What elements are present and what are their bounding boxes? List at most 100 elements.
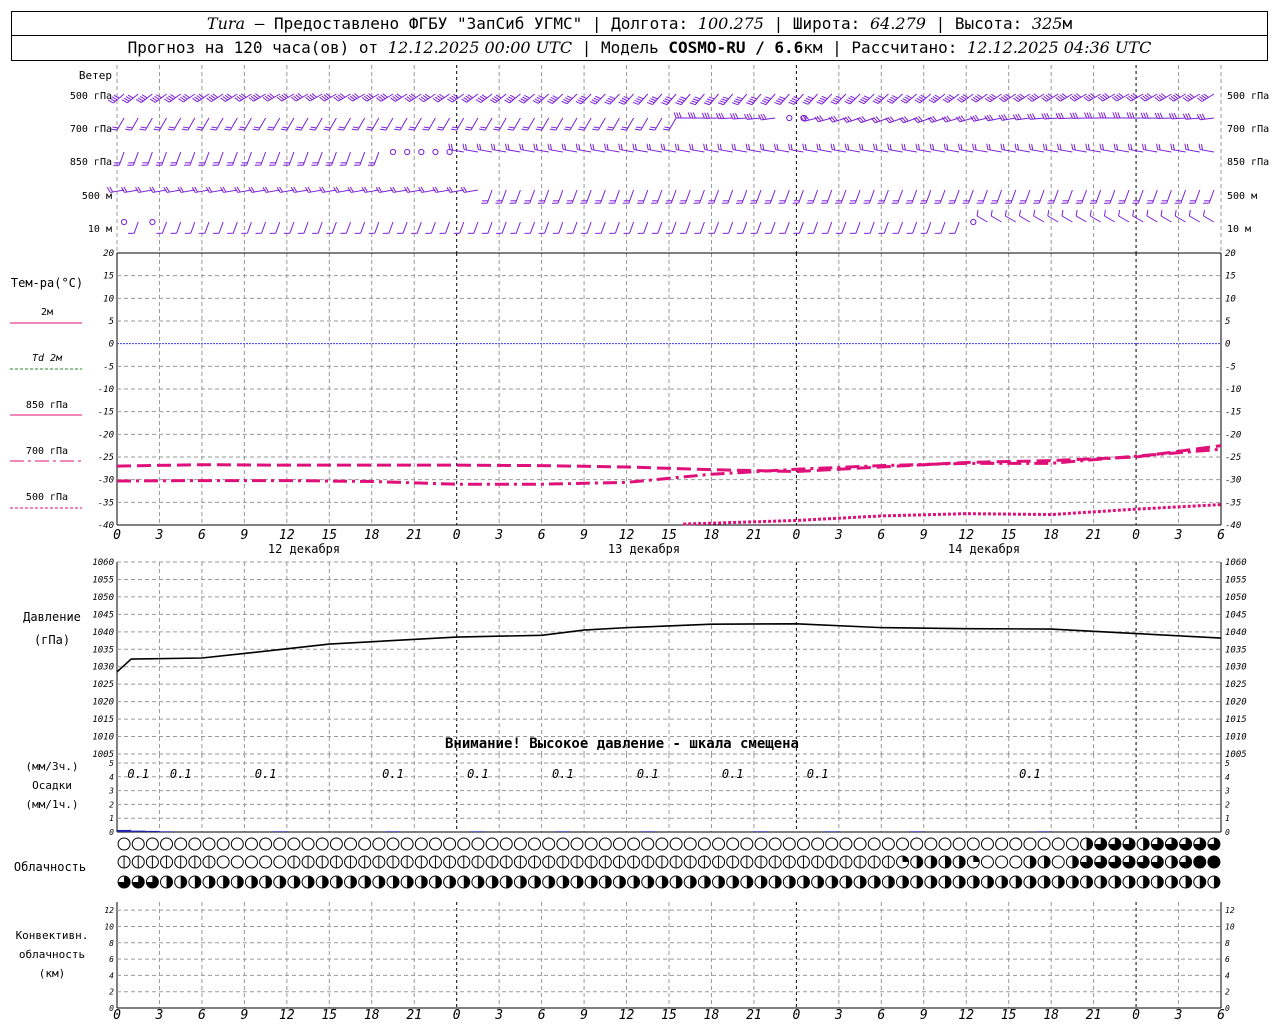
cloud-symbol-mid [1009, 855, 1023, 869]
wind-barb-feather-500hpa [886, 100, 893, 104]
wind-barb-feather-500hpa [548, 98, 555, 103]
wind-barb-feather-700hpa [1060, 112, 1064, 119]
cloud-fill-sector [166, 875, 173, 888]
wind-barb-feather-850hpa [1002, 144, 1005, 151]
wind-barb-feather-500hpa [604, 101, 611, 105]
wind-barb-feather-700hpa [480, 126, 487, 129]
wind-barb-feather-700hpa [1015, 114, 1019, 120]
level-500hpa-left: 500 гПа [70, 91, 112, 102]
cloud-fill-sector [393, 876, 399, 888]
wind-barb-shaft-10m [1160, 215, 1172, 223]
wind-barb-feather-850hpa [705, 144, 708, 151]
conv-tick-right: 4 [1225, 971, 1230, 980]
hour-tick-label: 12 [958, 1008, 974, 1023]
wind-barb-feather-700hpa [746, 113, 751, 120]
temp-tick-right: -25 [1225, 453, 1241, 463]
wind-barb-feather-700hpa [762, 113, 767, 120]
wind-barb-feather-700hpa [521, 128, 528, 131]
wind-barb-feather-850hpa [903, 144, 906, 151]
wind-barb-feather-500hpa [648, 100, 655, 104]
cloud-symbol-high [867, 837, 881, 851]
cloud-layer [117, 837, 1221, 889]
hour-tick-label: 12 [279, 528, 295, 543]
wind-barb-feather-700hpa [563, 128, 571, 131]
wind-barb-feather-500hpa [736, 96, 743, 100]
cloud-symbol-high [244, 837, 258, 851]
precip-bar [117, 829, 132, 832]
wind-barb-feather-700hpa [1098, 112, 1102, 119]
wind-barb-feather-500hpa [508, 96, 514, 101]
cloud-fill-sector [1171, 856, 1178, 868]
precip-tick-right: 1 [1225, 814, 1230, 823]
wind-barb-feather-500hpa [858, 100, 865, 105]
cloud-symbol-high [542, 837, 556, 851]
pressure-tick-left: 1035 [92, 645, 114, 655]
wind-barb-feather-500hpa [689, 102, 696, 106]
precip-3h-label: 0.1 [552, 767, 574, 781]
wind-barb-feather-700hpa [536, 126, 544, 129]
cloud-fill-sector [676, 876, 683, 888]
cloud-fill-sector [987, 876, 994, 888]
wind-barb-feather-850hpa [688, 143, 692, 150]
wind-barb-feather-700hpa [606, 128, 613, 131]
wind-barb-feather-500hpa [930, 97, 937, 102]
pressure-tick-left: 1015 [92, 715, 114, 725]
wind-barb-feather-500hpa [563, 98, 569, 103]
wind-barb-feather-850hpa [1113, 143, 1116, 150]
wind-barb-feather-700hpa [1032, 113, 1036, 120]
wind-barb-feather-500hpa [746, 102, 753, 106]
wind-barb-feather-700hpa [720, 112, 725, 119]
pressure-tick-right: 1030 [1225, 663, 1247, 673]
wind-barb-feather-500hpa [848, 97, 854, 101]
wind-barb-feather-10m [1118, 209, 1121, 217]
pressure-tick-left: 1050 [92, 593, 114, 603]
temp-tick-right: 0 [1225, 340, 1230, 350]
cloud-fill-sector [619, 876, 626, 888]
wind-barb-feather-700hpa [551, 126, 558, 129]
wind-barb-feather-500hpa [916, 97, 923, 102]
wind-barb-feather-700hpa [650, 126, 657, 129]
wind-barb-shaft-10m [402, 221, 408, 234]
wind-barb-feather-700hpa [578, 128, 585, 131]
cloud-symbol-high [598, 837, 612, 851]
wind-barb-feather-500hpa [735, 98, 742, 102]
cloud-symbol-high [641, 837, 655, 851]
wind-barb-feather-700hpa [692, 112, 696, 119]
wind-barb-feather-700hpa [690, 112, 694, 119]
hour-tick-label: 9 [920, 1008, 928, 1023]
cloud-symbol-high [400, 837, 414, 851]
cloud-symbol-high [980, 837, 994, 851]
cloud-symbol-high [443, 837, 457, 851]
cloud-fill-sector [647, 876, 654, 888]
conv-title-3: (км) [39, 967, 66, 980]
hour-tick-label: 3 [155, 1008, 164, 1023]
wind-calm-850hpa [418, 148, 425, 156]
cloud-symbol-high [457, 837, 471, 851]
wind-barb-feather-850hpa [521, 144, 524, 151]
wind-barb-shaft-10m [529, 221, 536, 234]
cloud-fill-sector [704, 876, 711, 888]
wind-barb-shaft-10m [990, 215, 1002, 223]
cloud-fill-sector [506, 876, 513, 888]
precip-bar [640, 831, 655, 832]
cloud-fill-sector [746, 875, 753, 888]
pressure-tick-left: 1030 [92, 663, 114, 673]
wind-barb-feather-850hpa [564, 144, 567, 151]
wind-barb-feather-500hpa [900, 99, 907, 104]
cloud-symbol-high [584, 837, 598, 851]
wind-barb-feather-700hpa [181, 128, 188, 131]
hour-tick-label: 0 [453, 528, 461, 543]
hour-tick-label: 6 [538, 528, 546, 543]
wind-barb-feather-850hpa [776, 144, 779, 151]
wind-barb-shaft-10m [813, 221, 819, 234]
hour-tick-label: 18 [364, 528, 380, 543]
wind-barb-feather-700hpa [280, 128, 288, 131]
cloud-symbol-high [287, 837, 301, 851]
wind-barb-feather-500m [123, 186, 128, 193]
wind-barb-feather-700hpa [337, 128, 344, 131]
temp-tick-right: -5 [1225, 362, 1236, 372]
wind-barb-feather-500m [293, 186, 298, 193]
cloud-fill-sector [1171, 876, 1178, 888]
wind-barb-feather-850hpa [1186, 144, 1189, 151]
cloud-symbol-high [697, 837, 711, 851]
